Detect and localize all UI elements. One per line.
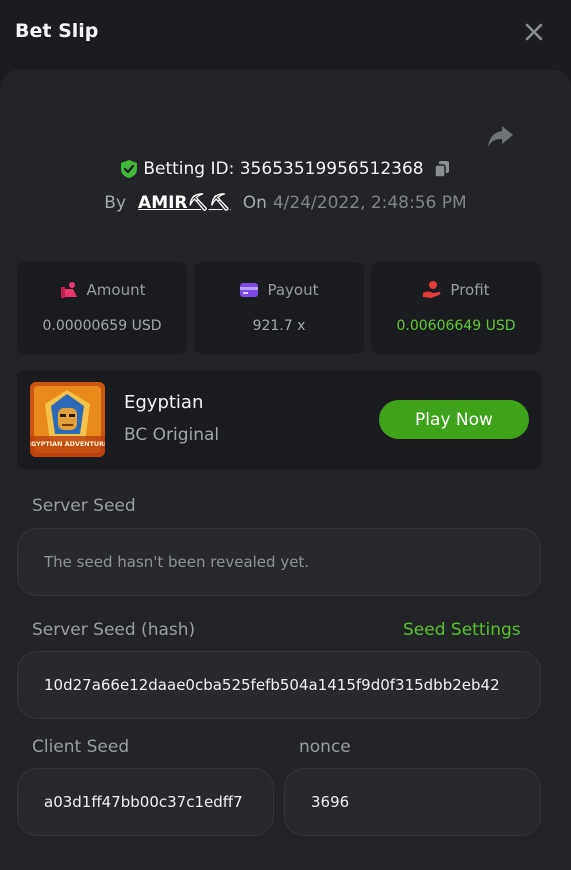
payout-label: Payout xyxy=(267,281,319,299)
game-provider: BC Original xyxy=(124,425,220,445)
server-seed-hash-label: Server Seed (hash) xyxy=(32,620,196,640)
game-thumbnail[interactable]: EGYPTIAN ADVENTURE xyxy=(30,382,105,457)
client-seed-label: Client Seed xyxy=(32,737,130,757)
username-link[interactable]: AMIR⛏⛏ xyxy=(138,193,231,213)
amount-card: Amount 0.00000659 USD xyxy=(17,262,187,354)
nonce-value: 3696 xyxy=(311,793,350,811)
page-title: Bet Slip xyxy=(15,20,99,42)
server-seed-hash-value: 10d27a66e12daae0cba525fefb504a1415f9d0f3… xyxy=(44,676,500,694)
coins-icon xyxy=(60,282,77,298)
shield-check-icon xyxy=(121,160,138,178)
game-name: Egyptian xyxy=(124,392,204,413)
nonce-label: nonce xyxy=(299,737,351,757)
hand-coin-icon xyxy=(423,281,441,298)
game-thumbnail-caption: EGYPTIAN ADVENTURE xyxy=(30,440,105,448)
close-icon[interactable] xyxy=(522,20,546,44)
betting-id: Betting ID: 35653519956512368 xyxy=(143,159,424,179)
amount-label: Amount xyxy=(86,281,146,299)
profit-card: Profit 0.00606649 USD xyxy=(371,262,541,354)
payout-value: 921.7 x xyxy=(252,318,306,334)
payout-card: Payout 921.7 x xyxy=(194,262,364,354)
amount-value: 0.00000659 USD xyxy=(42,318,162,334)
bet-author-row: By AMIR⛏⛏ On 4/24/2022, 2:48:56 PM xyxy=(0,193,571,213)
copy-icon[interactable] xyxy=(432,159,452,179)
server-seed-field[interactable]: The seed hasn't been revealed yet. xyxy=(17,528,541,596)
server-seed-label: Server Seed xyxy=(32,496,136,516)
profit-value: 0.00606649 USD xyxy=(396,318,516,334)
profit-label: Profit xyxy=(450,281,490,299)
betting-id-row: Betting ID: 35653519956512368 xyxy=(0,159,571,179)
wallet-icon xyxy=(240,283,259,297)
seed-settings-link[interactable]: Seed Settings xyxy=(403,620,521,640)
by-label: By xyxy=(104,193,127,213)
game-card: EGYPTIAN ADVENTURE Egyptian BC Original … xyxy=(17,370,541,469)
client-seed-field[interactable]: a03d1ff47bb00c37c1edff7 xyxy=(17,768,274,836)
header-bar: Bet Slip xyxy=(0,0,571,70)
server-seed-hash-field[interactable]: 10d27a66e12daae0cba525fefb504a1415f9d0f3… xyxy=(17,651,541,719)
play-now-button[interactable]: Play Now xyxy=(379,400,529,439)
nonce-field[interactable]: 3696 xyxy=(284,768,541,836)
bet-date: 4/24/2022, 2:48:56 PM xyxy=(272,193,467,213)
share-icon[interactable] xyxy=(484,120,516,152)
server-seed-value: The seed hasn't been revealed yet. xyxy=(44,553,310,571)
client-seed-value: a03d1ff47bb00c37c1edff7 xyxy=(44,793,243,811)
on-label: On xyxy=(242,193,267,213)
